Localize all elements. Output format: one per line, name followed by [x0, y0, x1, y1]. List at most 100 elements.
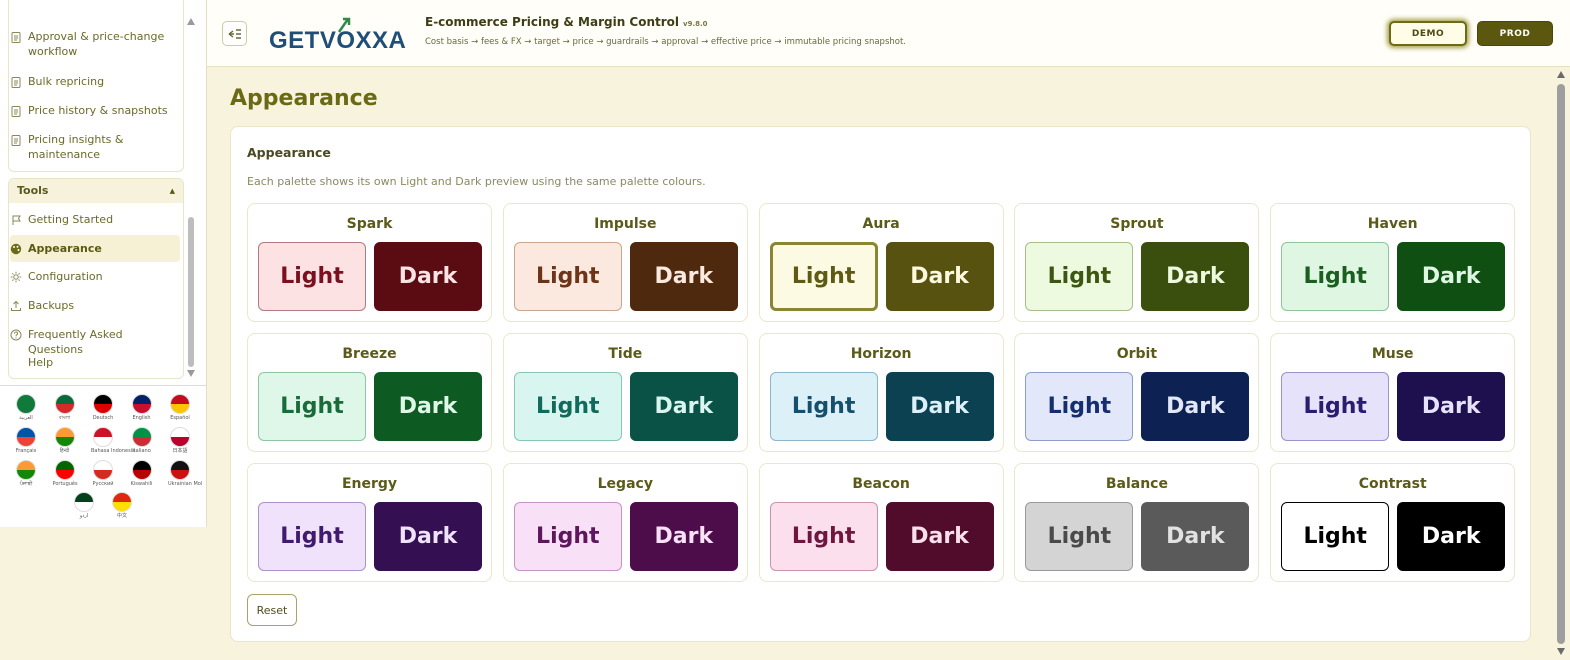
- dark-preview-button[interactable]: Dark: [885, 242, 994, 311]
- dark-preview-button[interactable]: Dark: [1397, 502, 1506, 571]
- collapse-sidebar-button[interactable]: [222, 21, 247, 46]
- dark-preview-button[interactable]: Dark: [1397, 372, 1506, 441]
- tools-section-header[interactable]: Tools ▲: [9, 179, 183, 203]
- language-option[interactable]: العربية: [14, 394, 38, 421]
- palette-card-legacy: Legacy Light Dark: [502, 463, 748, 582]
- light-preview-button[interactable]: Light: [513, 372, 622, 441]
- page-scrollbar[interactable]: [1554, 68, 1568, 660]
- page-scroll-down-icon[interactable]: [1557, 648, 1565, 655]
- sidebar-item-backups[interactable]: Backups: [10, 298, 170, 313]
- sidebar-item-label: Price history & snapshots: [28, 104, 168, 117]
- flag-icon: [170, 460, 190, 480]
- language-option[interactable]: Русский: [91, 460, 115, 487]
- language-label: Deutsch: [92, 415, 114, 421]
- palette-name: Muse: [1371, 346, 1414, 362]
- dark-preview-button[interactable]: Dark: [1141, 242, 1250, 311]
- light-preview-button[interactable]: Light: [513, 242, 622, 311]
- sidebar-item-price-history-snapshots[interactable]: Price history & snapshots: [10, 103, 170, 118]
- light-preview-button[interactable]: Light: [258, 502, 366, 571]
- appearance-card: Appearance Each palette shows its own Li…: [230, 126, 1531, 642]
- light-preview-button[interactable]: Light: [1025, 242, 1134, 311]
- language-option[interactable]: Bahasa Indonesia: [91, 427, 136, 454]
- language-label: Русский: [92, 481, 114, 487]
- language-label: اردو: [79, 513, 89, 519]
- dark-preview-button[interactable]: Dark: [1141, 502, 1250, 571]
- palette-card-muse: Muse Light Dark: [1270, 333, 1516, 452]
- language-label: English: [132, 415, 151, 421]
- language-option[interactable]: ਪੰਜਾਬੀ: [14, 460, 38, 487]
- dark-preview-button[interactable]: Dark: [629, 242, 738, 311]
- light-preview-button[interactable]: Light: [769, 372, 878, 441]
- palette-card-haven: Haven Light Dark: [1270, 203, 1516, 322]
- language-option[interactable]: English: [130, 394, 154, 421]
- sidebar-scrollbar[interactable]: [186, 12, 196, 382]
- sidebar-item-help[interactable]: Help: [10, 355, 170, 370]
- sidebar-item-configuration[interactable]: Configuration: [10, 269, 170, 284]
- flag-icon: [93, 394, 113, 414]
- language-option[interactable]: বাংলা: [53, 394, 77, 421]
- language-option[interactable]: Español: [168, 394, 192, 421]
- light-preview-button[interactable]: Light: [258, 372, 366, 441]
- language-label: Português: [52, 481, 78, 487]
- language-option[interactable]: Ukrainian Mol: [168, 460, 202, 487]
- dark-preview-button[interactable]: Dark: [374, 372, 482, 441]
- scroll-up-arrow-icon[interactable]: [187, 18, 195, 25]
- palette-card-beacon: Beacon Light Dark: [758, 463, 1004, 582]
- language-option[interactable]: Italiano: [130, 427, 154, 454]
- prod-env-button[interactable]: PROD: [1477, 21, 1553, 46]
- sidebar-item-approval-price-change-workflow[interactable]: Approval & price-change workflow: [10, 29, 170, 59]
- language-option[interactable]: 中文: [110, 492, 134, 519]
- sidebar-item-label: Appearance: [28, 242, 102, 255]
- palette-card-horizon: Horizon Light Dark: [758, 333, 1004, 452]
- light-preview-button[interactable]: Light: [1281, 372, 1390, 441]
- sidebar-item-pricing-insights-maintenance[interactable]: Pricing insights & maintenance: [10, 132, 170, 162]
- dark-preview-button[interactable]: Dark: [629, 502, 738, 571]
- palette-card-impulse: Impulse Light Dark: [502, 203, 748, 322]
- sidebar-item-label: Backups: [28, 299, 75, 312]
- dark-preview-button[interactable]: Dark: [374, 242, 482, 311]
- flag-icon: [131, 460, 152, 480]
- dark-preview-button[interactable]: Dark: [1397, 242, 1506, 311]
- language-option[interactable]: हिन्दी: [53, 427, 77, 454]
- sidebar-scroll-thumb[interactable]: [188, 217, 194, 367]
- palette-card-energy: Energy Light Dark: [247, 463, 492, 582]
- light-preview-button[interactable]: Light: [1281, 502, 1390, 571]
- language-option[interactable]: Kiswahili: [130, 460, 154, 487]
- palette-card-balance: Balance Light Dark: [1014, 463, 1260, 582]
- palette-name: Aura: [862, 216, 900, 232]
- card-description: Each palette shows its own Light and Dar…: [247, 175, 706, 188]
- page-scroll-up-icon[interactable]: [1557, 71, 1565, 78]
- palette-card-contrast: Contrast Light Dark: [1270, 463, 1516, 582]
- flag-icon: [16, 460, 36, 480]
- language-option[interactable]: 日本語: [168, 427, 192, 454]
- dark-preview-button[interactable]: Dark: [885, 372, 994, 441]
- language-option[interactable]: Deutsch: [91, 394, 115, 421]
- dark-preview-button[interactable]: Dark: [629, 372, 738, 441]
- light-preview-button[interactable]: Light: [769, 242, 878, 311]
- sidebar-item-bulk-repricing[interactable]: Bulk repricing: [10, 74, 170, 89]
- sidebar-item-getting-started[interactable]: Getting Started: [10, 212, 170, 227]
- light-preview-button[interactable]: Light: [258, 242, 366, 311]
- language-label: Français: [15, 448, 37, 454]
- app-subtitle: Cost basis → fees & FX → target → price …: [425, 37, 907, 47]
- palette-name: Legacy: [597, 476, 653, 492]
- reset-button[interactable]: Reset: [247, 594, 297, 626]
- light-preview-button[interactable]: Light: [1025, 372, 1134, 441]
- demo-env-button[interactable]: DEMO: [1389, 21, 1467, 46]
- language-label: Bahasa Indonesia: [91, 448, 136, 454]
- page-scroll-thumb[interactable]: [1557, 84, 1565, 644]
- light-preview-button[interactable]: Light: [1025, 502, 1134, 571]
- light-preview-button[interactable]: Light: [513, 502, 622, 571]
- light-preview-button[interactable]: Light: [1281, 242, 1390, 311]
- language-option[interactable]: Français: [14, 427, 38, 454]
- language-label: Kiswahili: [130, 481, 153, 487]
- language-option[interactable]: اردو: [72, 492, 96, 519]
- sidebar-item-appearance[interactable]: Appearance: [10, 235, 180, 262]
- light-preview-button[interactable]: Light: [769, 502, 878, 571]
- scroll-down-arrow-icon[interactable]: [187, 370, 195, 377]
- sidebar-item-frequently-asked-questions[interactable]: Frequently Asked Questions: [10, 327, 170, 357]
- dark-preview-button[interactable]: Dark: [374, 502, 482, 571]
- language-option[interactable]: Português: [52, 460, 78, 487]
- dark-preview-button[interactable]: Dark: [1141, 372, 1250, 441]
- dark-preview-button[interactable]: Dark: [885, 502, 994, 571]
